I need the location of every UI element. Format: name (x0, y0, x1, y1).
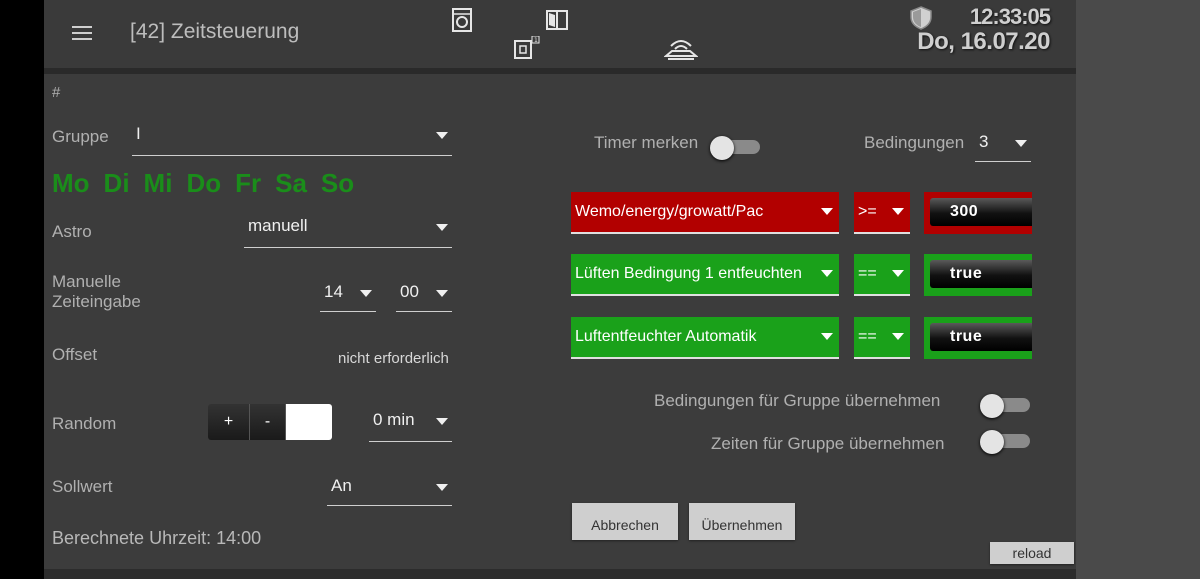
condition-3-operator-select[interactable]: == (854, 317, 910, 359)
chevron-down-icon (821, 333, 833, 340)
condition-2-operator-select[interactable]: == (854, 254, 910, 296)
header: [42] Zeitsteuerung 1 12:33:05 Do, 16.07.… (44, 0, 1076, 68)
condition-source-label: Lüften Bedingung 1 entfeuchten (575, 265, 802, 282)
day-do[interactable]: Do (186, 168, 221, 198)
condition-source-label: Luftentfeuchter Automatik (575, 328, 757, 345)
offset-label: Offset (52, 345, 98, 364)
minute-select-value: 00 (400, 282, 419, 301)
sollwert-select-value: An (331, 476, 352, 495)
clock-date: Do, 16.07.20 (917, 28, 1050, 55)
condition-3-source-select[interactable]: Luftentfeuchter Automatik (571, 317, 839, 359)
day-mi[interactable]: Mi (144, 168, 173, 198)
astro-select-value: manuell (248, 216, 308, 235)
minute-select[interactable]: 00 (396, 282, 452, 312)
gruppe-select-value: I (136, 124, 141, 143)
day-di[interactable]: Di (104, 168, 130, 198)
bedingungen-count-select[interactable]: 3 (975, 132, 1031, 162)
day-sa[interactable]: Sa (275, 168, 307, 198)
increment-button[interactable]: + (208, 404, 250, 440)
chevron-down-icon (436, 224, 448, 231)
clock-time: 12:33:05 (969, 4, 1051, 29)
day-fr[interactable]: Fr (235, 168, 261, 198)
condition-operator-label: == (858, 265, 877, 282)
cancel-button[interactable]: Abbrechen (572, 503, 678, 540)
chevron-down-icon (821, 270, 833, 277)
gruppe-select[interactable]: I (132, 124, 452, 156)
condition-2-source-select[interactable]: Lüften Bedingung 1 entfeuchten (571, 254, 839, 296)
manual-time-label-line1: Manuelle (52, 272, 121, 291)
gruppe-label: Gruppe (52, 127, 109, 146)
chevron-down-icon (436, 132, 448, 139)
network-router-icon[interactable] (664, 36, 698, 62)
offset-value: nicht erforderlich (338, 350, 449, 367)
astro-label: Astro (52, 222, 92, 241)
chevron-down-icon (892, 333, 904, 340)
right-edge (1076, 0, 1200, 579)
group-times-label: Zeiten für Gruppe übernehmen (711, 434, 945, 453)
condition-value: true (930, 323, 1032, 351)
clock: 12:33:05 Do, 16.07.20 (917, 4, 1051, 56)
chevron-down-icon (1015, 140, 1027, 147)
hour-select[interactable]: 14 (320, 282, 376, 312)
timer-merken-toggle[interactable] (710, 136, 762, 160)
computed-time: Berechnete Uhrzeit: 14:00 (52, 528, 262, 548)
group-conditions-toggle[interactable] (980, 394, 1032, 418)
day-mo[interactable]: Mo (52, 168, 90, 198)
group-conditions-label: Bedingungen für Gruppe übernehmen (654, 391, 941, 410)
astro-select[interactable]: manuell (244, 216, 452, 248)
condition-value: true (930, 260, 1032, 288)
random-input[interactable] (286, 404, 332, 440)
condition-3-value-input[interactable]: true (924, 317, 1032, 359)
chevron-down-icon (436, 290, 448, 297)
svg-text:1: 1 (534, 37, 538, 44)
weekday-selector: Mo Di Mi Do Fr Sa So (52, 168, 368, 199)
hour-select-value: 14 (324, 282, 343, 301)
app: [42] Zeitsteuerung 1 12:33:05 Do, 16.07.… (44, 0, 1076, 579)
reload-button[interactable]: reload (990, 542, 1074, 564)
hash-label: # (52, 84, 61, 101)
condition-1-value-input[interactable]: 300 (924, 192, 1032, 234)
manual-time-label-line2: Zeiteingabe (52, 292, 141, 311)
chevron-down-icon (821, 208, 833, 215)
left-edge (0, 0, 44, 579)
timer-merken-label: Timer merken (594, 133, 699, 152)
day-so[interactable]: So (321, 168, 354, 198)
condition-1-operator-select[interactable]: >= (854, 192, 910, 234)
group-times-toggle[interactable] (980, 430, 1032, 454)
bedingungen-count-value: 3 (979, 132, 989, 151)
chevron-down-icon (892, 270, 904, 277)
condition-source-label: Wemo/energy/growatt/Pac (575, 203, 764, 220)
random-label: Random (52, 414, 117, 433)
random-minutes-value: 0 min (373, 410, 415, 429)
bottom-bar (44, 569, 1076, 579)
condition-operator-label: == (858, 328, 877, 345)
page-title: [42] Zeitsteuerung (130, 20, 300, 43)
chevron-down-icon (360, 290, 372, 297)
condition-operator-label: >= (858, 203, 877, 220)
dryer-icon[interactable]: 1 (514, 36, 540, 60)
chevron-down-icon (892, 208, 904, 215)
random-minutes-select[interactable]: 0 min (369, 410, 452, 442)
sollwert-select[interactable]: An (327, 476, 452, 506)
apply-button[interactable]: Übernehmen (689, 503, 795, 540)
chevron-down-icon (436, 418, 448, 425)
washing-machine-icon[interactable] (452, 8, 472, 32)
timer-editor: # Gruppe I Mo Di Mi Do Fr Sa So Astro manuell … (44, 74, 1076, 569)
sollwert-label: Sollwert (52, 477, 113, 496)
condition-2-value-input[interactable]: true (924, 254, 1032, 296)
chevron-down-icon (436, 484, 448, 491)
decrement-button[interactable]: - (250, 404, 286, 440)
random-stepper: + - (208, 404, 332, 440)
condition-value: 300 (930, 198, 1032, 226)
bedingungen-label: Bedingungen (864, 133, 965, 152)
condition-1-source-select[interactable]: Wemo/energy/growatt/Pac (571, 192, 839, 234)
hamburger-menu-icon[interactable] (72, 26, 92, 42)
door-icon[interactable] (546, 10, 568, 30)
